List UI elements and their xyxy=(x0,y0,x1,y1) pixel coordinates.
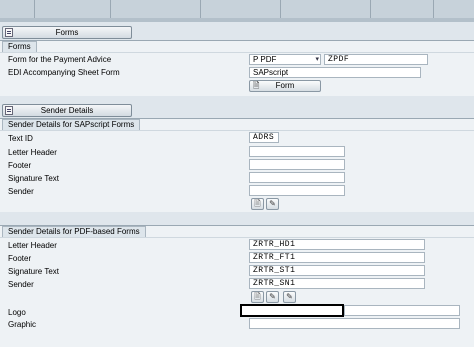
payment-advice-type-value: P PDF xyxy=(253,55,277,64)
divider xyxy=(0,237,474,238)
tab-forms: Forms xyxy=(2,41,37,52)
edit-pencil-icon[interactable]: ✎ xyxy=(283,291,296,303)
tab-sender-pdf: Sender Details for PDF-based Forms xyxy=(2,226,146,237)
graphic-input[interactable] xyxy=(249,318,460,329)
sapscript-sender-input[interactable] xyxy=(249,185,345,196)
pdf-footer-input[interactable]: ZRTR_FT1 xyxy=(249,252,425,263)
pdf-sender-label: Sender xyxy=(8,280,34,289)
payment-advice-type-dropdown[interactable]: P PDF ▾ xyxy=(249,54,321,65)
sender-details-toggle-button[interactable]: Sender Details xyxy=(2,104,132,117)
create-document-icon[interactable]: 🗎 xyxy=(251,291,264,303)
text-id-input[interactable]: ADRS xyxy=(249,132,279,143)
create-document-icon[interactable]: 🗎 xyxy=(251,198,264,210)
logo-label: Logo xyxy=(8,308,26,317)
screen-toggle-icon xyxy=(5,28,13,37)
sender-details-toggle-label: Sender Details xyxy=(40,106,94,115)
edi-sheet-label: EDI Accompanying Sheet Form xyxy=(8,68,120,77)
pdf-sender-input[interactable]: ZRTR_SN1 xyxy=(249,278,425,289)
forms-toggle-button[interactable]: Forms xyxy=(2,26,132,39)
tab-sender-sapscript: Sender Details for SAPscript Forms xyxy=(2,119,141,130)
toolbar-shadow xyxy=(0,18,474,22)
pdf-letter-header-label: Letter Header xyxy=(8,241,57,250)
graphic-label: Graphic xyxy=(8,320,37,329)
payment-advice-label: Form for the Payment Advice xyxy=(8,55,112,64)
divider xyxy=(0,130,474,131)
forms-toggle-label: Forms xyxy=(55,28,79,37)
sapscript-sender-panel xyxy=(0,118,474,212)
edi-sheet-form-input[interactable]: SAPscript xyxy=(249,67,421,78)
form-button-label: Form xyxy=(275,81,295,90)
pdf-letter-header-input[interactable]: ZRTR_HD1 xyxy=(249,239,425,250)
sapscript-sender-label: Sender xyxy=(8,187,34,196)
edit-pencil-icon[interactable]: ✎ xyxy=(266,198,279,210)
sapscript-letter-header-input[interactable] xyxy=(249,146,345,157)
sapscript-footer-input[interactable] xyxy=(249,159,345,170)
payment-advice-form-input[interactable]: ZPDF xyxy=(324,54,428,65)
sapscript-signature-label: Signature Text xyxy=(8,174,59,183)
sapscript-letter-header-label: Letter Header xyxy=(8,148,57,157)
pdf-signature-input[interactable]: ZRTR_ST1 xyxy=(249,265,425,276)
text-id-label: Text ID xyxy=(8,134,33,143)
logo-input-extension[interactable] xyxy=(344,305,460,316)
sapscript-signature-input[interactable] xyxy=(249,172,345,183)
pdf-footer-label: Footer xyxy=(8,254,32,263)
sapscript-footer-label: Footer xyxy=(8,161,32,170)
logo-input[interactable] xyxy=(240,304,344,317)
dropdown-arrow-icon[interactable]: ▾ xyxy=(315,55,319,64)
pdf-signature-label: Signature Text xyxy=(8,267,59,276)
top-toolbar xyxy=(0,0,474,22)
edit-pencil-icon[interactable]: ✎ xyxy=(266,291,279,303)
form-icon: 🗎 xyxy=(253,81,260,90)
form-button[interactable]: 🗎 Form xyxy=(249,80,321,92)
divider xyxy=(0,52,474,53)
screen-toggle-icon xyxy=(5,106,13,115)
